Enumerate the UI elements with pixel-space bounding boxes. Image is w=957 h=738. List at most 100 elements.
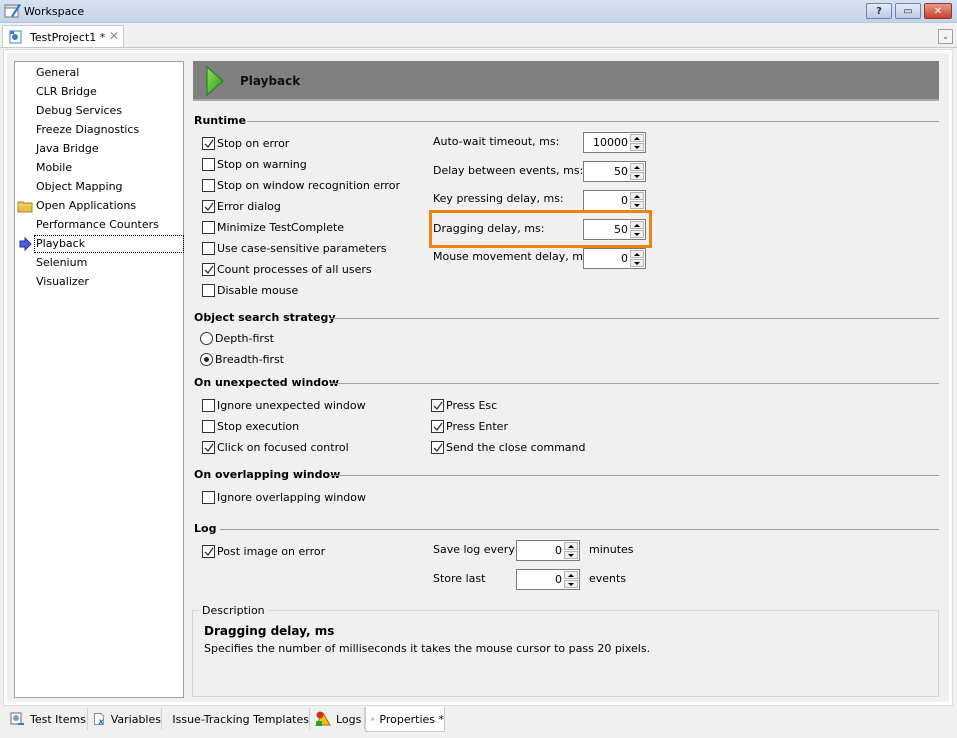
sidebar-item-java-bridge[interactable]: Java Bridge xyxy=(35,141,100,157)
checkbox-label: Stop execution xyxy=(217,419,300,433)
help-button[interactable]: ? xyxy=(866,3,892,19)
checkbox-count-processes[interactable]: Count processes of all users xyxy=(202,261,372,277)
arrow-up-icon xyxy=(568,573,574,577)
section-divider xyxy=(247,121,939,122)
spin-up-button[interactable] xyxy=(630,250,644,258)
checkbox-disable-mouse[interactable]: Disable mouse xyxy=(202,282,298,298)
radio-label: Breadth-first xyxy=(215,352,285,366)
store-last-input[interactable]: 0 xyxy=(516,569,580,590)
spin-down-button[interactable] xyxy=(564,551,578,559)
spin-value: 0 xyxy=(555,544,562,557)
restore-button[interactable]: ▭ xyxy=(895,3,921,19)
checkmark-icon xyxy=(433,422,443,431)
sidebar-item-selenium[interactable]: Selenium xyxy=(35,255,88,271)
checkbox-minimize-testcomplete[interactable]: Minimize TestComplete xyxy=(202,219,344,235)
checkbox-label: Disable mouse xyxy=(217,283,299,297)
mouse-movement-delay-input[interactable]: 0 xyxy=(583,248,646,269)
tab-properties[interactable]: Properties * xyxy=(365,707,445,732)
unit-minutes: minutes xyxy=(589,543,634,556)
close-icon: ✕ xyxy=(933,5,943,17)
spin-down-button[interactable] xyxy=(630,143,644,151)
tab-testproject1[interactable]: TestProject1 * ✕ xyxy=(2,25,124,48)
checkmark-icon xyxy=(204,139,214,148)
section-divider xyxy=(330,383,939,384)
checkbox-ignore-overlapping-window[interactable]: Ignore overlapping window xyxy=(202,489,366,505)
checkbox-ignore-unexpected-window[interactable]: Ignore unexpected window xyxy=(202,397,366,413)
sidebar-item-performance-counters[interactable]: Performance Counters xyxy=(35,217,160,233)
checkbox-stop-execution[interactable]: Stop execution xyxy=(202,418,299,434)
restore-icon: ▭ xyxy=(903,5,913,17)
tab-list-dropdown[interactable]: ⌄ xyxy=(938,29,953,44)
delay-between-events-input[interactable]: 50 xyxy=(583,161,646,182)
tab-logs[interactable]: Logs xyxy=(310,708,365,730)
variables-icon: x xyxy=(94,713,105,726)
sidebar-item-mobile[interactable]: Mobile xyxy=(35,160,73,176)
chevron-down-icon: ⌄ xyxy=(941,31,950,42)
tab-variables[interactable]: x Variables xyxy=(88,708,162,730)
checkbox-send-close-command[interactable]: Send the close command xyxy=(431,439,585,455)
tab-close-icon[interactable]: ✕ xyxy=(109,29,119,43)
highlight-annotation xyxy=(429,210,652,248)
checkbox-stop-on-window-recognition-error[interactable]: Stop on window recognition error xyxy=(202,177,400,193)
spin-up-button[interactable] xyxy=(564,571,578,579)
spin-up-button[interactable] xyxy=(630,192,644,200)
arrow-down-icon xyxy=(568,582,574,586)
auto-wait-timeout-input[interactable]: 10000 xyxy=(583,132,646,153)
checkbox-stop-on-error[interactable]: Stop on error xyxy=(202,135,289,151)
checkbox-label: Ignore unexpected window xyxy=(217,398,366,412)
tab-label: Logs xyxy=(336,712,362,726)
section-divider xyxy=(220,529,939,530)
project-icon xyxy=(9,30,22,44)
checkbox-label: Count processes of all users xyxy=(217,262,372,276)
unit-events: events xyxy=(589,572,627,585)
radio-depth-first[interactable]: Depth-first xyxy=(200,330,274,346)
sidebar-item-general[interactable]: General xyxy=(35,65,80,81)
spin-up-button[interactable] xyxy=(630,134,644,142)
checkbox-click-focused-control[interactable]: Click on focused control xyxy=(202,439,349,455)
checkbox-label: Stop on error xyxy=(217,136,290,150)
sidebar-item-object-mapping[interactable]: Object Mapping xyxy=(35,179,124,195)
checkbox-label: Stop on window recognition error xyxy=(217,178,400,192)
spin-up-button[interactable] xyxy=(564,542,578,550)
spin-down-button[interactable] xyxy=(564,580,578,588)
spin-value: 50 xyxy=(614,165,628,178)
save-log-every-input[interactable]: 0 xyxy=(516,540,580,561)
radio-breadth-first[interactable]: Breadth-first xyxy=(200,351,284,367)
description-text: Specifies the number of milliseconds it … xyxy=(204,642,651,655)
arrow-up-icon xyxy=(634,194,640,198)
checkmark-icon xyxy=(433,401,443,410)
arrow-up-icon xyxy=(568,544,574,548)
spin-down-button[interactable] xyxy=(630,201,644,209)
checkbox-post-image-on-error[interactable]: Post image on error xyxy=(202,543,325,559)
arrow-up-icon xyxy=(634,252,640,256)
key-pressing-delay-input[interactable]: 0 xyxy=(583,190,646,211)
radio-label: Depth-first xyxy=(215,331,274,345)
checkbox-error-dialog[interactable]: Error dialog xyxy=(202,198,281,214)
spin-down-button[interactable] xyxy=(630,259,644,267)
checkmark-icon xyxy=(204,202,214,211)
play-icon xyxy=(206,66,224,96)
checkbox-press-enter[interactable]: Press Enter xyxy=(431,418,508,434)
tab-strip-divider xyxy=(0,47,957,48)
tab-test-items[interactable]: Test Items xyxy=(4,708,88,730)
sidebar-item-visualizer[interactable]: Visualizer xyxy=(35,274,90,290)
sidebar-item-debug-services[interactable]: Debug Services xyxy=(35,103,123,119)
checkbox-press-esc[interactable]: Press Esc xyxy=(431,397,497,413)
page-title: Playback xyxy=(240,74,301,88)
tab-issue-tracking-templates[interactable]: Issue-Tracking Templates xyxy=(162,708,310,730)
arrow-up-icon xyxy=(634,165,640,169)
window-title: Workspace xyxy=(24,5,85,18)
close-button[interactable]: ✕ xyxy=(924,3,952,19)
spin-down-button[interactable] xyxy=(630,172,644,180)
sidebar-item-open-applications[interactable]: Open Applications xyxy=(35,198,137,214)
spin-value: 10000 xyxy=(593,136,628,149)
window-titlebar: Workspace ? ▭ ✕ xyxy=(0,0,957,23)
sidebar-item-playback[interactable]: Playback xyxy=(34,235,184,253)
sidebar-item-freeze-diagnostics[interactable]: Freeze Diagnostics xyxy=(35,122,140,138)
spin-up-button[interactable] xyxy=(630,163,644,171)
sidebar-item-clr-bridge[interactable]: CLR Bridge xyxy=(35,84,98,100)
checkbox-stop-on-warning[interactable]: Stop on warning xyxy=(202,156,307,172)
checkbox-case-sensitive-parameters[interactable]: Use case-sensitive parameters xyxy=(202,240,387,256)
checkbox-label: Error dialog xyxy=(217,199,281,213)
arrow-down-icon xyxy=(634,261,640,265)
